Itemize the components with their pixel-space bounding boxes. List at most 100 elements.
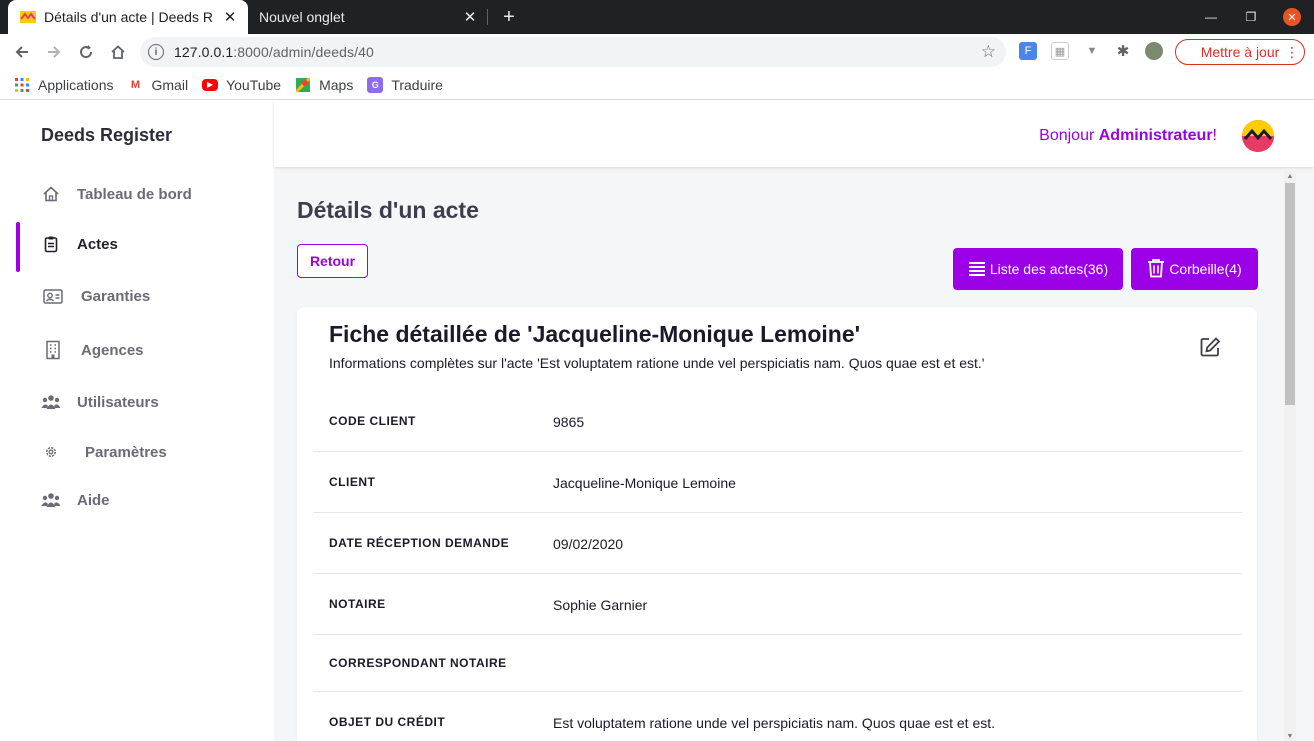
scroll-up-icon[interactable]: ▲ (1284, 171, 1296, 181)
bookmark-label: Maps (319, 76, 354, 93)
back-arrow-icon[interactable] (10, 40, 34, 64)
bookmark-label: Traduire (391, 76, 443, 93)
maps-icon (295, 77, 311, 93)
sidebar-item-label: Garanties (81, 287, 151, 305)
detail-value: 09/02/2020 (553, 536, 624, 552)
sidebar-item-label: Paramètres (85, 443, 167, 461)
back-button[interactable]: Retour (297, 244, 368, 278)
close-tab-icon[interactable]: ✕ (222, 8, 238, 26)
translate-extension-icon[interactable]: F (1019, 42, 1037, 60)
sidebar-item-agences[interactable]: Agences (0, 326, 274, 374)
bookmark-youtube[interactable]: ▶ YouTube (202, 77, 281, 93)
sidebar-item-utilisateurs[interactable]: Utilisateurs (0, 378, 274, 426)
card-subtitle: Informations complètes sur l'acte 'Est v… (329, 355, 985, 371)
list-deeds-button[interactable]: Liste des actes(36) (953, 248, 1123, 290)
maximize-icon[interactable]: ❐ (1240, 0, 1262, 34)
detail-row: CORRESPONDANT NOTAIRE (313, 635, 1242, 692)
trash-button[interactable]: Corbeille(4) (1131, 248, 1258, 290)
main-content: Détails d'un acte Retour Liste des actes… (274, 167, 1314, 741)
detail-value: 9865 (553, 414, 585, 430)
detail-row: NOTAIRE Sophie Garnier (313, 574, 1242, 635)
sidebar-item-label: Utilisateurs (77, 393, 159, 411)
reload-icon[interactable] (74, 40, 98, 64)
close-tab-icon[interactable]: ✕ (462, 8, 478, 26)
info-icon[interactable]: i (148, 44, 164, 60)
close-icon: ✕ (1283, 8, 1301, 26)
sidebar-item-aide[interactable]: Aide (0, 476, 274, 524)
bookmark-maps[interactable]: Maps (295, 77, 353, 93)
tab-title: Détails d'un acte | Deeds R (44, 9, 213, 25)
clipboard-icon (41, 234, 61, 254)
users-icon (41, 392, 61, 412)
forward-arrow-icon[interactable] (42, 40, 66, 64)
bookmark-star-icon[interactable]: ☆ (981, 42, 996, 62)
users-icon (41, 490, 61, 510)
favicon-icon (20, 9, 36, 25)
minimize-icon[interactable]: — (1200, 0, 1222, 34)
brand-title[interactable]: Deeds Register (41, 125, 172, 146)
detail-label: NOTAIRE (329, 597, 386, 611)
sidebar-item-label: Aide (77, 491, 110, 509)
window-close-button[interactable]: ✕ (1281, 0, 1303, 34)
page-title: Détails d'un acte (297, 197, 479, 223)
bookmark-gmail[interactable]: M Gmail (128, 76, 189, 93)
sidebar: Deeds Register Tableau de bord Actes Gar… (0, 101, 274, 741)
bookmark-applications[interactable]: Applications (14, 77, 114, 93)
detail-label: CLIENT (329, 475, 376, 489)
home-icon (41, 184, 61, 204)
sidebar-item-tableau-de-bord[interactable]: Tableau de bord (0, 170, 274, 218)
detail-row: OBJET DU CRÉDIT Est voluptatem ratione u… (313, 692, 1242, 741)
extension-icon[interactable]: ▦ (1051, 42, 1069, 60)
gmail-icon: M (130, 78, 141, 91)
bookmark-label: Applications (38, 76, 114, 93)
greeting-text: Bonjour Administrateur! (1039, 127, 1217, 144)
detail-value: Est voluptatem ratione unde vel perspici… (553, 715, 996, 731)
puzzle-icon[interactable]: ✱ (1114, 42, 1132, 60)
update-label: Mettre à jour (1200, 44, 1280, 60)
new-tab-icon[interactable]: + (498, 4, 520, 30)
sidebar-item-label: Tableau de bord (77, 185, 192, 203)
sidebar-item-garanties[interactable]: Garanties (0, 272, 274, 320)
deed-detail-card: Fiche détaillée de 'Jacqueline-Monique L… (297, 307, 1257, 741)
sidebar-item-label: Agences (81, 341, 144, 359)
card-title: Fiche détaillée de 'Jacqueline-Monique L… (329, 321, 861, 347)
sidebar-item-parametres[interactable]: Paramètres (0, 428, 274, 476)
browser-tab-inactive[interactable]: Nouvel onglet ✕ (248, 0, 488, 34)
menu-dots-icon: ⋮ (1285, 43, 1299, 60)
user-avatar[interactable] (1242, 120, 1274, 152)
detail-value: Sophie Garnier (553, 597, 648, 613)
trash-label: Corbeille(4) (1169, 261, 1242, 277)
detail-row: CODE CLIENT 9865 (313, 394, 1242, 452)
edit-icon[interactable] (1199, 336, 1221, 358)
tab-separator (487, 9, 488, 25)
home-icon[interactable] (106, 40, 130, 64)
detail-label: CODE CLIENT (329, 414, 416, 428)
detail-row: CLIENT Jacqueline-Monique Lemoine (313, 452, 1242, 513)
detail-label: CORRESPONDANT NOTAIRE (329, 656, 507, 670)
detail-label: OBJET DU CRÉDIT (329, 715, 446, 729)
sidebar-item-actes[interactable]: Actes (0, 220, 274, 268)
address-bar[interactable]: i 127.0.0.1:8000/admin/deeds/40 ☆ (140, 37, 1006, 67)
bookmark-translate[interactable]: G Traduire (367, 76, 443, 93)
bookmark-label: YouTube (226, 76, 282, 93)
list-deeds-label: Liste des actes(36) (989, 261, 1109, 277)
top-bar: Bonjour Administrateur! (274, 101, 1314, 167)
profile-avatar[interactable] (1145, 42, 1163, 60)
scrollbar-thumb[interactable] (1285, 183, 1295, 405)
list-icon (968, 260, 990, 279)
id-card-icon (43, 286, 63, 306)
bookmark-label: Gmail (151, 76, 189, 93)
trash-icon (1147, 258, 1169, 281)
translate-icon: G (367, 76, 384, 93)
detail-value: Jacqueline-Monique Lemoine (553, 475, 736, 491)
vue-extension-icon[interactable]: ▼ (1083, 42, 1101, 60)
youtube-icon: ▶ (202, 78, 219, 91)
building-icon (43, 340, 63, 360)
detail-row: DATE RÉCEPTION DEMANDE 09/02/2020 (313, 513, 1242, 574)
update-button[interactable]: Mettre à jour ⋮ (1175, 39, 1305, 65)
browser-tab-active[interactable]: Détails d'un acte | Deeds R ✕ (8, 0, 248, 34)
vertical-scrollbar[interactable]: ▲ ▼ (1284, 171, 1296, 741)
tab-title: Nouvel onglet (259, 9, 345, 25)
scroll-down-icon[interactable]: ▼ (1284, 731, 1296, 741)
apps-grid-icon (14, 77, 30, 93)
